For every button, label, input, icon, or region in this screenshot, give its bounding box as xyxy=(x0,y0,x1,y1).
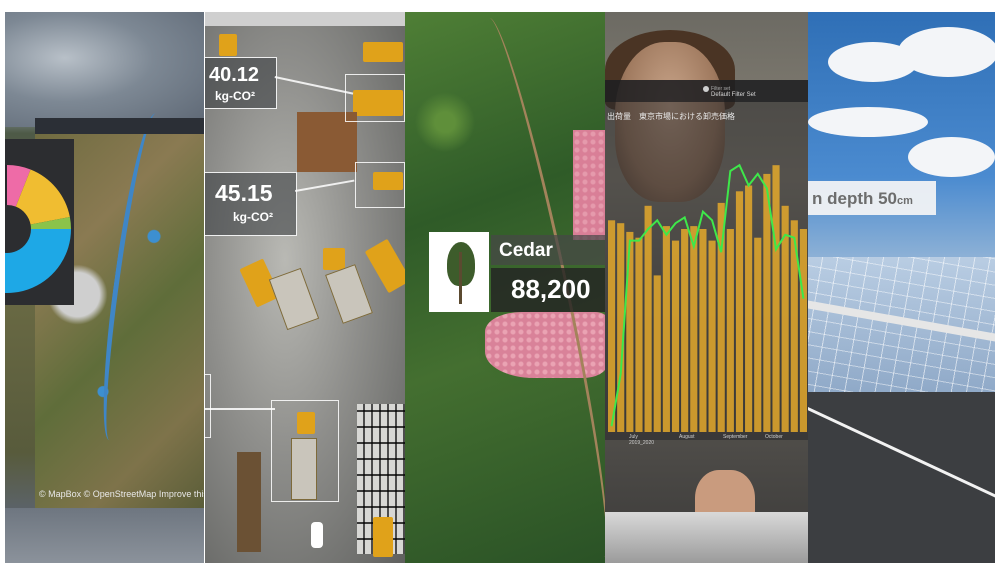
chart-bar xyxy=(681,229,689,432)
connector-line xyxy=(205,408,275,410)
building-roof xyxy=(205,12,405,26)
road xyxy=(808,392,995,563)
truck xyxy=(323,248,345,270)
map-credit[interactable]: © MapBox © OpenStreetMap Improve this ma… xyxy=(39,489,204,499)
donut-chart-card xyxy=(5,139,74,305)
truck xyxy=(219,34,237,56)
chart-bar xyxy=(662,226,670,432)
x-tick-label: August xyxy=(679,434,695,440)
chart-bar xyxy=(653,275,661,432)
dump-bed xyxy=(268,267,320,331)
flood-water xyxy=(808,257,995,397)
detection-box xyxy=(271,400,339,502)
car xyxy=(311,522,323,548)
truck xyxy=(373,517,393,557)
emission-value-1: 40.12 xyxy=(209,64,260,86)
market-chart-panel: Filter set Default Filter Set 出荷量 東京市場にお… xyxy=(605,12,808,563)
tree-trunk xyxy=(459,252,462,304)
depth-text: n depth 50 xyxy=(812,189,898,208)
chart-bar xyxy=(763,173,771,432)
x-tick-label: October xyxy=(765,434,783,440)
chart-bar xyxy=(772,165,780,432)
x-tick-label: July 2019_2020 xyxy=(629,434,655,446)
tree-card xyxy=(429,232,489,312)
truck xyxy=(364,238,405,294)
chart-bar xyxy=(735,191,744,432)
emission-unit-2: kg-CO² xyxy=(233,210,273,224)
chart-bar xyxy=(608,220,616,432)
cloud xyxy=(898,27,995,77)
emission-unit-1: kg-CO² xyxy=(215,89,255,103)
chart-bar xyxy=(690,226,698,432)
connector-line xyxy=(274,76,354,95)
chart-bar xyxy=(635,237,643,432)
chart-bar xyxy=(754,237,762,432)
chart-bar xyxy=(708,240,716,432)
truck xyxy=(363,42,403,62)
cloud xyxy=(908,137,995,177)
flatbed-truck xyxy=(237,452,261,552)
blossom-area xyxy=(573,130,605,240)
chart-bar xyxy=(699,229,707,432)
chart-bar xyxy=(745,185,753,432)
construction-site-panel: 40.12 kg-CO² 45.15 kg-CO² xyxy=(205,12,405,563)
chart-bar xyxy=(644,205,652,432)
donut-slice-3 xyxy=(5,229,71,293)
donut-chart xyxy=(5,165,72,293)
satellite-map-panel: © MapBox © OpenStreetMap Improve this ma… xyxy=(5,12,204,563)
road-background xyxy=(5,508,204,563)
flood-depth-label: n depth 50cm xyxy=(812,189,913,209)
detection-box xyxy=(205,374,211,438)
detection-box xyxy=(345,74,405,122)
connector-line xyxy=(295,179,355,192)
dump-bed xyxy=(325,264,373,324)
emission-value-2: 45.15 xyxy=(215,180,273,206)
chart-bar xyxy=(799,229,807,432)
tree-count: 88,200 xyxy=(511,274,591,304)
x-tick-label: September xyxy=(723,434,748,440)
sky-background xyxy=(5,12,204,127)
depth-unit: cm xyxy=(897,195,913,207)
detection-box xyxy=(355,162,405,208)
chart-bar xyxy=(726,229,734,432)
species-name: Cedar xyxy=(499,240,553,261)
shopping-cart-handle xyxy=(605,512,808,563)
map-header-bar xyxy=(35,118,204,134)
flood-panel: n depth 50cm xyxy=(808,12,995,563)
chart-bar xyxy=(626,231,634,432)
chart-bar xyxy=(671,240,680,432)
cloud xyxy=(808,107,928,137)
forest-panel: Cedar 88,200 xyxy=(405,12,605,563)
